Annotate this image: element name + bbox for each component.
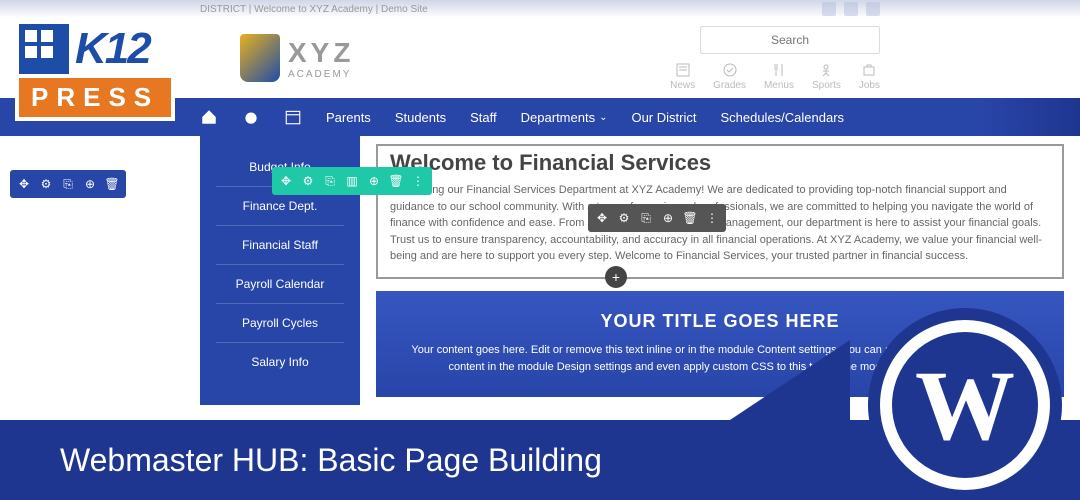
site-logo[interactable]: XYZ ACADEMY xyxy=(240,34,354,82)
add-module-button[interactable]: + xyxy=(605,266,627,288)
top-bar: DISTRICT | Welcome to XYZ Academy | Demo… xyxy=(0,0,1080,18)
more-icon[interactable]: ⋮ xyxy=(408,171,428,191)
home-icon[interactable] xyxy=(200,108,218,126)
save-icon[interactable]: ⊕ xyxy=(658,208,678,228)
delete-icon[interactable]: 🗑 xyxy=(386,171,406,191)
content-title: Welcome to Financial Services xyxy=(390,150,1050,176)
wordpress-icon[interactable] xyxy=(866,2,880,16)
nav-staff[interactable]: Staff xyxy=(470,110,497,125)
news-icon xyxy=(675,62,691,78)
sidebar-item-payroll-cal[interactable]: Payroll Calendar xyxy=(216,265,344,304)
row-toolbar: ✥ ⚙ ⎘ ▥ ⊕ 🗑 ⋮ xyxy=(272,167,432,195)
save-icon[interactable]: ⊕ xyxy=(80,174,100,194)
duplicate-icon[interactable]: ⎘ xyxy=(320,171,340,191)
banner-text: Webmaster HUB: Basic Page Building xyxy=(60,442,602,479)
grades-icon xyxy=(722,62,738,78)
calendar-icon[interactable] xyxy=(284,108,302,126)
wordpress-w-icon: W xyxy=(915,348,1015,463)
header-right: News Grades Menus Sports Jobs xyxy=(670,26,880,91)
logo-sub: ACADEMY xyxy=(288,69,354,80)
nav-district[interactable]: Our District xyxy=(631,110,696,125)
quick-link-menus[interactable]: Menus xyxy=(764,62,794,91)
nav-students[interactable]: Students xyxy=(395,110,446,125)
sidebar-item-salary[interactable]: Salary Info xyxy=(216,343,344,381)
sidebar-item-staff[interactable]: Financial Staff xyxy=(216,226,344,265)
chevron-down-icon: ⌄ xyxy=(599,112,607,123)
delete-icon[interactable]: 🗑 xyxy=(680,208,700,228)
press-label: PRESS xyxy=(19,78,171,117)
quick-link-news[interactable]: News xyxy=(670,62,695,91)
quick-link-grades[interactable]: Grades xyxy=(713,62,746,91)
duplicate-icon[interactable]: ⎘ xyxy=(58,174,78,194)
facebook-icon[interactable] xyxy=(822,2,836,16)
quick-link-sports[interactable]: Sports xyxy=(812,62,841,91)
nav-schedules[interactable]: Schedules/Calendars xyxy=(720,110,844,125)
social-icons xyxy=(822,2,880,16)
instagram-icon[interactable] xyxy=(844,2,858,16)
module-toolbar: ✥ ⚙ ⎘ ⊕ 🗑 ⋮ xyxy=(588,204,726,232)
apple-icon[interactable] xyxy=(242,108,260,126)
quick-links: News Grades Menus Sports Jobs xyxy=(670,62,880,91)
sports-icon xyxy=(818,62,834,78)
save-icon[interactable]: ⊕ xyxy=(364,171,384,191)
columns-icon[interactable]: ▥ xyxy=(342,171,362,191)
nav-parents[interactable]: Parents xyxy=(326,110,371,125)
gear-icon[interactable]: ⚙ xyxy=(36,174,56,194)
shield-icon xyxy=(240,34,280,82)
k12-text: K12 xyxy=(75,24,150,74)
gear-icon[interactable]: ⚙ xyxy=(298,171,318,191)
section-toolbar: ✥ ⚙ ⎘ ⊕ 🗑 xyxy=(10,170,126,198)
topbar-text: DISTRICT | Welcome to XYZ Academy | Demo… xyxy=(200,4,428,15)
delete-icon[interactable]: 🗑 xyxy=(102,174,122,194)
move-icon[interactable]: ✥ xyxy=(276,171,296,191)
move-icon[interactable]: ✥ xyxy=(592,208,612,228)
jobs-icon xyxy=(861,62,877,78)
duplicate-icon[interactable]: ⎘ xyxy=(636,208,656,228)
search-input[interactable] xyxy=(700,26,880,54)
sidebar-item-payroll-cyc[interactable]: Payroll Cycles xyxy=(216,304,344,343)
nav-departments[interactable]: Departments ⌄ xyxy=(521,110,608,125)
quick-link-jobs[interactable]: Jobs xyxy=(859,62,880,91)
gear-icon[interactable]: ⚙ xyxy=(614,208,634,228)
more-icon[interactable]: ⋮ xyxy=(702,208,722,228)
wordpress-logo: W xyxy=(880,320,1050,490)
logo-main: XYZ xyxy=(288,37,354,69)
menus-icon xyxy=(771,62,787,78)
k12-press-logo: K12 PRESS xyxy=(15,20,175,121)
move-icon[interactable]: ✥ xyxy=(14,174,34,194)
k12-icon xyxy=(19,24,69,74)
